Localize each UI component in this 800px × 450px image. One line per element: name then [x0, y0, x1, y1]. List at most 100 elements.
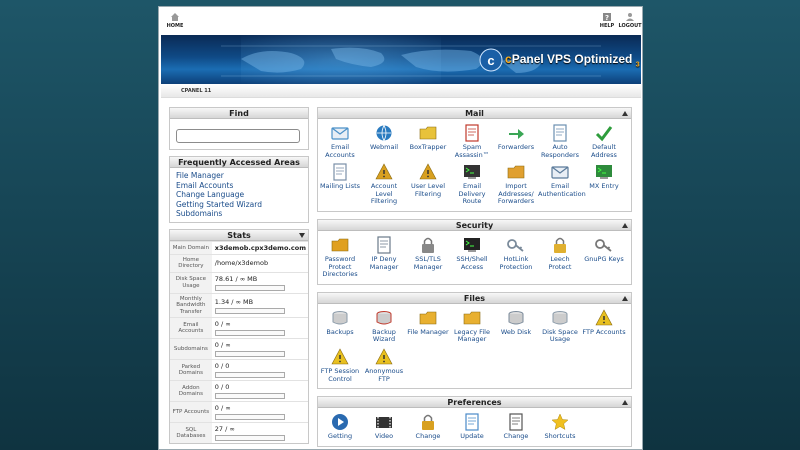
feature-link[interactable]: Email Authentication [538, 162, 586, 206]
collapse-arrow-icon[interactable] [622, 400, 628, 406]
spam-assassin-icon [465, 124, 479, 142]
feature-link[interactable]: BoxTrapper [406, 123, 450, 159]
feature-link[interactable]: Disk Space Usage [538, 308, 582, 344]
hotlink-icon [507, 239, 524, 252]
stats-label: Parked Domains [170, 359, 212, 381]
feature-link[interactable]: Email Delivery Route [450, 162, 494, 206]
feature-link[interactable]: Legacy File Manager [450, 308, 494, 344]
frequent-link[interactable]: Subdomains [176, 209, 302, 219]
stats-value-cell: 1.34 / ∞ MB [211, 292, 308, 318]
feature-link[interactable]: Spam Assassin™ [450, 123, 494, 159]
file-manager-icon [419, 311, 437, 325]
feature-link[interactable]: HotLink Protection [494, 235, 538, 279]
breadcrumb[interactable]: CPANEL 11 [181, 88, 211, 94]
feature-label: Forwarders [497, 143, 535, 151]
frequent-link[interactable]: Email Accounts [176, 181, 302, 191]
feature-link[interactable]: Email Accounts [318, 123, 362, 159]
feature-link[interactable]: Change [406, 412, 450, 441]
feature-link[interactable]: Update [450, 412, 494, 441]
feature-link[interactable]: Anonymous FTP [362, 347, 406, 383]
feature-label: Legacy File Manager [454, 327, 490, 344]
feature-link[interactable]: Backup Wizard [362, 308, 406, 344]
feature-link[interactable]: Import Addresses/ Forwarders [494, 162, 538, 206]
stats-value-cell: 78.61 / ∞ MB [211, 271, 308, 294]
user-filtering-icon [419, 163, 437, 180]
stats-value: 0 / 0 [214, 383, 230, 392]
feature-link[interactable]: Forwarders [494, 123, 538, 159]
stats-value-cell: 0 / ∞ [211, 317, 308, 339]
feature-link[interactable]: Backups [318, 308, 362, 344]
feature-link[interactable]: Change [494, 412, 538, 441]
stats-value: 1.34 / ∞ MB [214, 297, 254, 306]
collapse-arrow-icon[interactable] [622, 295, 628, 301]
feature-link[interactable]: File Manager [406, 308, 450, 344]
stats-value-cell: 0 / ∞ [211, 338, 308, 360]
feature-link[interactable]: Shortcuts [538, 412, 582, 441]
feature-label: SSL/TLS Manager [413, 254, 443, 271]
section-title: Mail [465, 109, 484, 118]
feature-link[interactable]: Web Disk [494, 308, 538, 344]
feature-link[interactable]: Password Protect Directories [318, 235, 362, 279]
feature-link[interactable]: User Level Filtering [406, 162, 450, 206]
feature-link[interactable]: IP Deny Manager [362, 235, 406, 279]
feature-link[interactable]: GnuPG Keys [582, 235, 626, 279]
section-header[interactable]: Mail [318, 108, 631, 119]
feature-link[interactable]: Webmail [362, 123, 406, 159]
anonymous-ftp-icon [375, 348, 393, 365]
feature-label: Password Protect Directories [322, 254, 358, 279]
section-security: Security Password Protect Directories IP D… [317, 218, 632, 285]
stats-header[interactable]: Stats [170, 229, 308, 241]
feature-link[interactable]: SSH/Shell Access [450, 235, 494, 279]
feature-label: Auto Responders [540, 143, 580, 159]
stats-title: Stats [227, 230, 251, 240]
feature-link[interactable]: Leech Protect [538, 235, 582, 279]
frequent-link[interactable]: File Manager [176, 171, 302, 181]
stats-label: Main Domain [170, 240, 212, 255]
boxtrapper-icon [419, 126, 437, 140]
frequent-link[interactable]: Getting Started Wizard [176, 200, 302, 210]
feature-link[interactable]: Getting [318, 412, 362, 441]
section-header[interactable]: Security [318, 219, 631, 231]
section-title: Security [455, 220, 494, 230]
frequently-accessed-list: File Manager Email Accounts Change Languag… [170, 168, 308, 222]
collapse-arrow-icon[interactable] [622, 111, 628, 116]
stats-label: Email Accounts [170, 317, 212, 339]
stats-label: Home Directory [170, 253, 212, 273]
section-title: Files [463, 293, 486, 303]
feature-link[interactable]: Account Level Filtering [362, 162, 406, 206]
find-box: Find [169, 107, 309, 150]
stats-row: Email Accounts 0 / ∞ [170, 317, 308, 339]
import-addresses-icon [507, 165, 525, 179]
stats-label: Addon Domains [170, 380, 212, 402]
feature-link[interactable]: Video [362, 412, 406, 441]
feature-link[interactable]: SSL/TLS Manager [406, 235, 450, 279]
section-header[interactable]: Files [318, 292, 631, 304]
mx-entry-icon [596, 165, 612, 180]
collapse-arrow-icon[interactable] [622, 222, 628, 228]
home-button[interactable]: HOME [162, 12, 188, 29]
section-header[interactable]: Preferences [318, 397, 631, 409]
disk-space-icon [552, 310, 568, 325]
stats-row: Addon Domains 0 / 0 [170, 380, 308, 402]
feature-link[interactable]: Default Address [582, 123, 626, 159]
brand-name: cPanel VPS Optimized 3 [505, 51, 640, 69]
update-contact-icon [465, 413, 479, 431]
logout-button[interactable]: LOGOUT [617, 12, 642, 29]
feature-link[interactable]: FTP Accounts [582, 308, 626, 344]
collapse-arrow-icon[interactable] [299, 232, 305, 238]
stats-value-cell: 0 / 0 [211, 380, 308, 402]
stats-label: FTP Accounts [170, 401, 212, 423]
feature-label: Getting [327, 432, 353, 441]
feature-label: Shortcuts [544, 432, 576, 441]
feature-link[interactable]: Mailing Lists [318, 162, 362, 206]
frequent-link[interactable]: Change Language [176, 190, 302, 200]
feature-link[interactable]: Auto Responders [538, 123, 582, 159]
feature-label: Update [460, 432, 484, 441]
stats-table: Main Domain x3demob.cpx3demo.com Home Dire… [170, 240, 308, 444]
feature-link[interactable]: FTP Session Control [318, 347, 362, 383]
stats-box: Stats Main Domain x3demob.cpx3demo.com Hom… [169, 228, 309, 445]
find-input[interactable] [176, 129, 300, 143]
stats-label: Subdomains [170, 338, 212, 360]
feature-link[interactable]: MX Entry [582, 162, 626, 206]
email-delivery-icon [464, 165, 480, 180]
